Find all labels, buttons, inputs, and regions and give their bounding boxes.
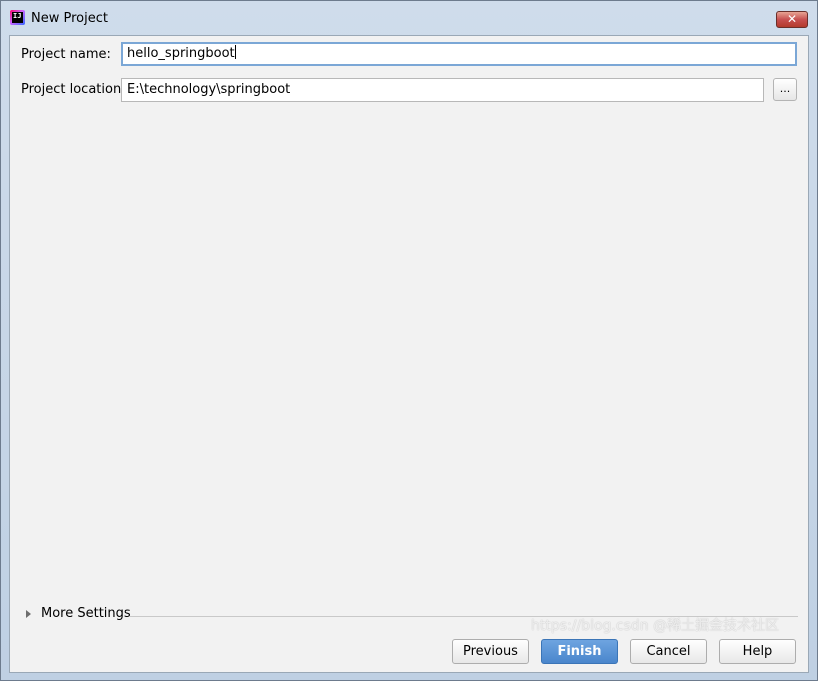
project-location-label: Project location: bbox=[21, 82, 126, 97]
close-button[interactable]: ✕ bbox=[776, 11, 808, 28]
previous-button[interactable]: Previous bbox=[452, 639, 529, 664]
new-project-dialog: IJ New Project ✕ Project name: hello_spr… bbox=[0, 0, 818, 681]
more-settings-label: More Settings bbox=[41, 606, 131, 621]
project-location-input[interactable]: E:\technology\springboot bbox=[121, 78, 764, 102]
finish-button[interactable]: Finish bbox=[541, 639, 618, 664]
project-name-input[interactable]: hello_springboot bbox=[121, 42, 797, 66]
text-caret bbox=[234, 45, 236, 59]
dialog-content: Project name: hello_springboot Project l… bbox=[9, 35, 809, 673]
more-settings-divider bbox=[130, 616, 798, 617]
project-name-label: Project name: bbox=[21, 47, 111, 62]
title-bar[interactable]: IJ New Project ✕ bbox=[1, 1, 817, 35]
help-button[interactable]: Help bbox=[719, 639, 796, 664]
browse-location-button[interactable]: ... bbox=[773, 78, 797, 101]
expand-arrow-icon bbox=[26, 610, 31, 618]
cancel-button[interactable]: Cancel bbox=[630, 639, 707, 664]
project-location-value: E:\technology\springboot bbox=[127, 82, 291, 97]
intellij-app-icon: IJ bbox=[10, 10, 25, 25]
window-title: New Project bbox=[31, 11, 108, 26]
project-name-value: hello_springboot bbox=[127, 46, 235, 61]
